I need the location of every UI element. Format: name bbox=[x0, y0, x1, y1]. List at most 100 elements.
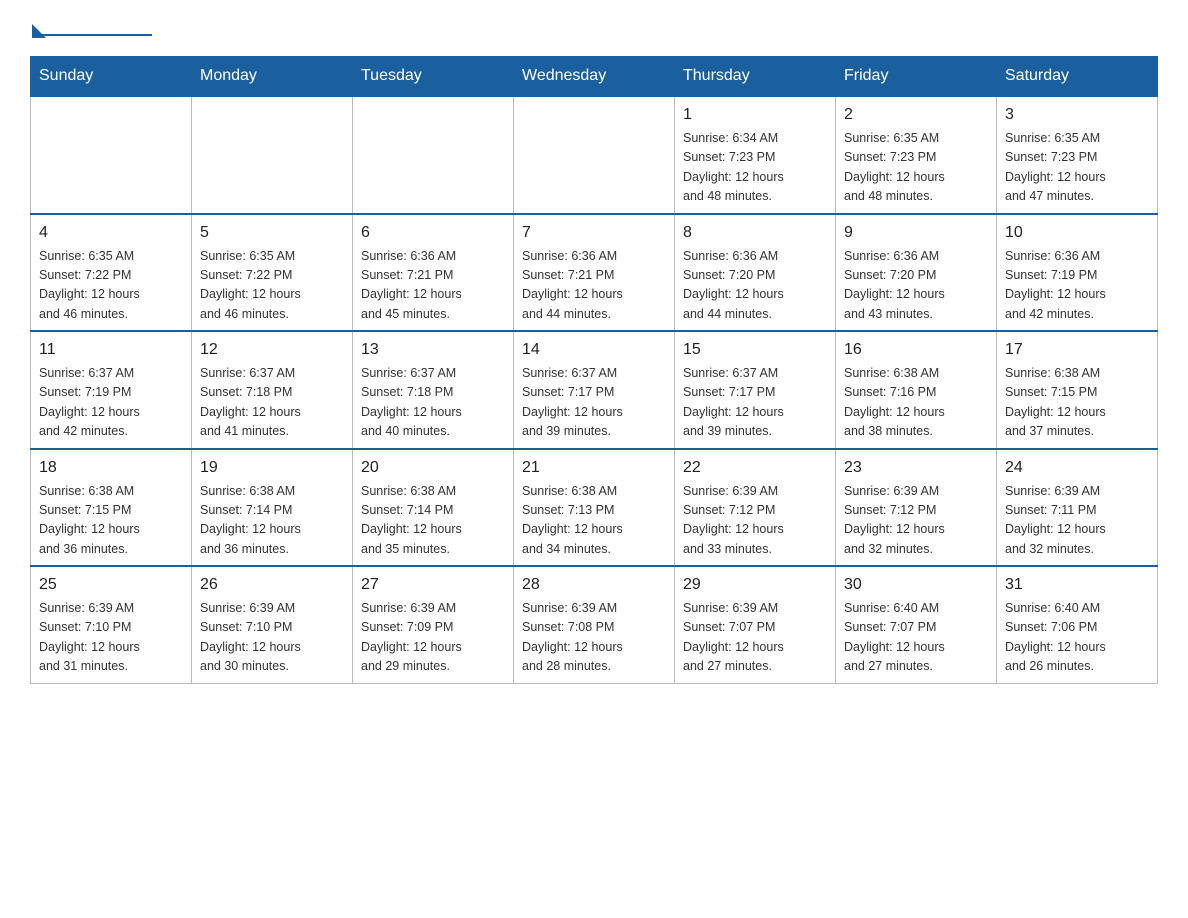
calendar-cell: 6Sunrise: 6:36 AMSunset: 7:21 PMDaylight… bbox=[353, 214, 514, 332]
calendar-cell: 8Sunrise: 6:36 AMSunset: 7:20 PMDaylight… bbox=[675, 214, 836, 332]
calendar-cell bbox=[192, 96, 353, 214]
calendar-cell bbox=[353, 96, 514, 214]
day-info: Sunrise: 6:40 AMSunset: 7:06 PMDaylight:… bbox=[1005, 599, 1149, 677]
calendar-cell: 19Sunrise: 6:38 AMSunset: 7:14 PMDayligh… bbox=[192, 449, 353, 567]
day-number: 28 bbox=[522, 573, 666, 597]
day-info: Sunrise: 6:37 AMSunset: 7:18 PMDaylight:… bbox=[200, 364, 344, 442]
day-info: Sunrise: 6:39 AMSunset: 7:07 PMDaylight:… bbox=[683, 599, 827, 677]
day-number: 19 bbox=[200, 456, 344, 480]
calendar-cell: 5Sunrise: 6:35 AMSunset: 7:22 PMDaylight… bbox=[192, 214, 353, 332]
calendar-cell: 11Sunrise: 6:37 AMSunset: 7:19 PMDayligh… bbox=[31, 331, 192, 449]
day-number: 16 bbox=[844, 338, 988, 362]
calendar-table: SundayMondayTuesdayWednesdayThursdayFrid… bbox=[30, 56, 1158, 684]
day-number: 5 bbox=[200, 221, 344, 245]
weekday-header-tuesday: Tuesday bbox=[353, 57, 514, 97]
day-info: Sunrise: 6:38 AMSunset: 7:14 PMDaylight:… bbox=[200, 482, 344, 560]
weekday-header-thursday: Thursday bbox=[675, 57, 836, 97]
calendar-cell: 2Sunrise: 6:35 AMSunset: 7:23 PMDaylight… bbox=[836, 96, 997, 214]
day-number: 4 bbox=[39, 221, 183, 245]
calendar-cell: 14Sunrise: 6:37 AMSunset: 7:17 PMDayligh… bbox=[514, 331, 675, 449]
day-number: 25 bbox=[39, 573, 183, 597]
day-number: 8 bbox=[683, 221, 827, 245]
day-info: Sunrise: 6:38 AMSunset: 7:15 PMDaylight:… bbox=[39, 482, 183, 560]
calendar-cell: 20Sunrise: 6:38 AMSunset: 7:14 PMDayligh… bbox=[353, 449, 514, 567]
day-info: Sunrise: 6:36 AMSunset: 7:20 PMDaylight:… bbox=[683, 247, 827, 325]
calendar-cell: 23Sunrise: 6:39 AMSunset: 7:12 PMDayligh… bbox=[836, 449, 997, 567]
calendar-cell: 12Sunrise: 6:37 AMSunset: 7:18 PMDayligh… bbox=[192, 331, 353, 449]
weekday-header-row: SundayMondayTuesdayWednesdayThursdayFrid… bbox=[31, 57, 1158, 97]
calendar-cell: 22Sunrise: 6:39 AMSunset: 7:12 PMDayligh… bbox=[675, 449, 836, 567]
day-info: Sunrise: 6:36 AMSunset: 7:19 PMDaylight:… bbox=[1005, 247, 1149, 325]
day-info: Sunrise: 6:37 AMSunset: 7:17 PMDaylight:… bbox=[522, 364, 666, 442]
day-info: Sunrise: 6:38 AMSunset: 7:14 PMDaylight:… bbox=[361, 482, 505, 560]
day-number: 11 bbox=[39, 338, 183, 362]
day-number: 3 bbox=[1005, 103, 1149, 127]
day-number: 21 bbox=[522, 456, 666, 480]
day-info: Sunrise: 6:34 AMSunset: 7:23 PMDaylight:… bbox=[683, 129, 827, 207]
weekday-header-saturday: Saturday bbox=[997, 57, 1158, 97]
page-header bbox=[30, 20, 1158, 36]
calendar-cell: 25Sunrise: 6:39 AMSunset: 7:10 PMDayligh… bbox=[31, 566, 192, 683]
calendar-cell: 16Sunrise: 6:38 AMSunset: 7:16 PMDayligh… bbox=[836, 331, 997, 449]
weekday-header-friday: Friday bbox=[836, 57, 997, 97]
day-info: Sunrise: 6:39 AMSunset: 7:08 PMDaylight:… bbox=[522, 599, 666, 677]
day-info: Sunrise: 6:35 AMSunset: 7:22 PMDaylight:… bbox=[200, 247, 344, 325]
day-info: Sunrise: 6:36 AMSunset: 7:20 PMDaylight:… bbox=[844, 247, 988, 325]
calendar-cell: 9Sunrise: 6:36 AMSunset: 7:20 PMDaylight… bbox=[836, 214, 997, 332]
calendar-cell: 13Sunrise: 6:37 AMSunset: 7:18 PMDayligh… bbox=[353, 331, 514, 449]
day-info: Sunrise: 6:39 AMSunset: 7:12 PMDaylight:… bbox=[683, 482, 827, 560]
day-info: Sunrise: 6:37 AMSunset: 7:19 PMDaylight:… bbox=[39, 364, 183, 442]
day-number: 26 bbox=[200, 573, 344, 597]
day-number: 10 bbox=[1005, 221, 1149, 245]
week-row-5: 25Sunrise: 6:39 AMSunset: 7:10 PMDayligh… bbox=[31, 566, 1158, 683]
day-number: 23 bbox=[844, 456, 988, 480]
week-row-1: 1Sunrise: 6:34 AMSunset: 7:23 PMDaylight… bbox=[31, 96, 1158, 214]
day-info: Sunrise: 6:38 AMSunset: 7:13 PMDaylight:… bbox=[522, 482, 666, 560]
weekday-header-monday: Monday bbox=[192, 57, 353, 97]
day-number: 18 bbox=[39, 456, 183, 480]
day-info: Sunrise: 6:39 AMSunset: 7:12 PMDaylight:… bbox=[844, 482, 988, 560]
calendar-cell bbox=[514, 96, 675, 214]
day-info: Sunrise: 6:35 AMSunset: 7:22 PMDaylight:… bbox=[39, 247, 183, 325]
day-number: 9 bbox=[844, 221, 988, 245]
calendar-cell: 10Sunrise: 6:36 AMSunset: 7:19 PMDayligh… bbox=[997, 214, 1158, 332]
day-number: 13 bbox=[361, 338, 505, 362]
day-number: 6 bbox=[361, 221, 505, 245]
day-number: 2 bbox=[844, 103, 988, 127]
day-info: Sunrise: 6:36 AMSunset: 7:21 PMDaylight:… bbox=[522, 247, 666, 325]
calendar-cell: 15Sunrise: 6:37 AMSunset: 7:17 PMDayligh… bbox=[675, 331, 836, 449]
calendar-cell: 30Sunrise: 6:40 AMSunset: 7:07 PMDayligh… bbox=[836, 566, 997, 683]
calendar-cell: 17Sunrise: 6:38 AMSunset: 7:15 PMDayligh… bbox=[997, 331, 1158, 449]
calendar-cell: 18Sunrise: 6:38 AMSunset: 7:15 PMDayligh… bbox=[31, 449, 192, 567]
day-info: Sunrise: 6:39 AMSunset: 7:09 PMDaylight:… bbox=[361, 599, 505, 677]
weekday-header-wednesday: Wednesday bbox=[514, 57, 675, 97]
day-number: 14 bbox=[522, 338, 666, 362]
day-info: Sunrise: 6:35 AMSunset: 7:23 PMDaylight:… bbox=[844, 129, 988, 207]
day-number: 20 bbox=[361, 456, 505, 480]
calendar-cell: 29Sunrise: 6:39 AMSunset: 7:07 PMDayligh… bbox=[675, 566, 836, 683]
day-info: Sunrise: 6:35 AMSunset: 7:23 PMDaylight:… bbox=[1005, 129, 1149, 207]
week-row-2: 4Sunrise: 6:35 AMSunset: 7:22 PMDaylight… bbox=[31, 214, 1158, 332]
calendar-cell: 27Sunrise: 6:39 AMSunset: 7:09 PMDayligh… bbox=[353, 566, 514, 683]
day-info: Sunrise: 6:37 AMSunset: 7:17 PMDaylight:… bbox=[683, 364, 827, 442]
week-row-3: 11Sunrise: 6:37 AMSunset: 7:19 PMDayligh… bbox=[31, 331, 1158, 449]
day-number: 24 bbox=[1005, 456, 1149, 480]
calendar-cell: 24Sunrise: 6:39 AMSunset: 7:11 PMDayligh… bbox=[997, 449, 1158, 567]
weekday-header-sunday: Sunday bbox=[31, 57, 192, 97]
day-info: Sunrise: 6:38 AMSunset: 7:16 PMDaylight:… bbox=[844, 364, 988, 442]
day-number: 31 bbox=[1005, 573, 1149, 597]
calendar-cell: 28Sunrise: 6:39 AMSunset: 7:08 PMDayligh… bbox=[514, 566, 675, 683]
day-number: 30 bbox=[844, 573, 988, 597]
day-info: Sunrise: 6:39 AMSunset: 7:11 PMDaylight:… bbox=[1005, 482, 1149, 560]
calendar-cell bbox=[31, 96, 192, 214]
day-info: Sunrise: 6:40 AMSunset: 7:07 PMDaylight:… bbox=[844, 599, 988, 677]
day-info: Sunrise: 6:36 AMSunset: 7:21 PMDaylight:… bbox=[361, 247, 505, 325]
calendar-cell: 3Sunrise: 6:35 AMSunset: 7:23 PMDaylight… bbox=[997, 96, 1158, 214]
logo bbox=[30, 20, 152, 36]
day-number: 12 bbox=[200, 338, 344, 362]
day-number: 22 bbox=[683, 456, 827, 480]
calendar-cell: 31Sunrise: 6:40 AMSunset: 7:06 PMDayligh… bbox=[997, 566, 1158, 683]
calendar-cell: 21Sunrise: 6:38 AMSunset: 7:13 PMDayligh… bbox=[514, 449, 675, 567]
week-row-4: 18Sunrise: 6:38 AMSunset: 7:15 PMDayligh… bbox=[31, 449, 1158, 567]
calendar-cell: 26Sunrise: 6:39 AMSunset: 7:10 PMDayligh… bbox=[192, 566, 353, 683]
